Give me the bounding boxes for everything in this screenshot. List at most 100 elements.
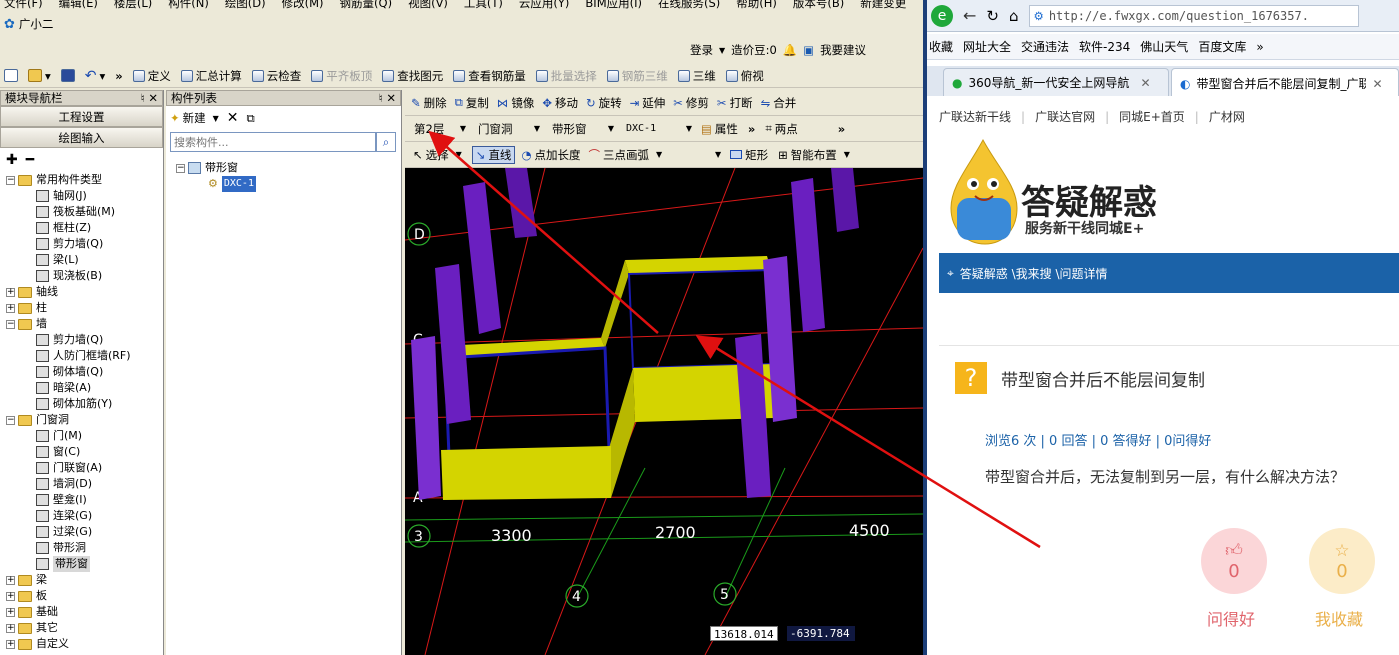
edit-tool-button[interactable]: ✎ 删除 xyxy=(411,95,447,111)
tree-folder[interactable]: + 轴线 xyxy=(6,284,163,300)
nav-button-drawing-input[interactable]: 绘图输入 xyxy=(0,127,163,148)
tree-item[interactable]: 砌体加筋(Y) xyxy=(6,396,163,412)
point-length-tool[interactable]: ◔ 点加长度 xyxy=(521,147,580,163)
more-icon[interactable]: » xyxy=(1256,40,1263,54)
site-link[interactable]: 广联达官网 xyxy=(1035,108,1095,125)
tree-item[interactable]: 人防门框墙(RF) xyxy=(6,348,163,364)
toolbar-button[interactable]: 汇总计算 xyxy=(180,68,242,84)
tree-folder[interactable]: + 梁 xyxy=(6,572,163,588)
expand-icon[interactable]: + xyxy=(6,639,15,649)
tree-item[interactable]: 梁(L) xyxy=(6,252,163,268)
menu-item[interactable]: 修改(M) xyxy=(282,0,324,11)
toolbar-button[interactable]: 批量选择 xyxy=(535,68,597,84)
toolbar-button[interactable]: 俯视 xyxy=(725,68,764,84)
drawing-viewport-3d[interactable]: D C A 3 4 5 3300 2700 4500 xyxy=(405,168,923,655)
open-file-icon[interactable]: ▾ xyxy=(28,69,51,83)
edit-tool-button[interactable]: ⇥ 延伸 xyxy=(630,95,666,111)
tree-folder[interactable]: − 门窗洞 xyxy=(6,412,163,428)
tree-item[interactable]: 现浇板(B) xyxy=(6,268,163,284)
expand-icon[interactable]: + xyxy=(6,591,15,601)
menu-item[interactable]: 新建变更 xyxy=(860,0,906,11)
tree-item[interactable]: 带形窗 xyxy=(6,556,163,572)
favorite-link[interactable]: 网址大全 xyxy=(963,38,1011,55)
toolbar-more-icon[interactable]: » xyxy=(838,122,845,136)
expand-icon[interactable]: + xyxy=(6,287,15,297)
coord-y-readout[interactable]: -6391.784 xyxy=(787,626,855,641)
new-component-button[interactable]: ✦ 新建 ▼ xyxy=(170,110,219,126)
edit-tool-button[interactable]: ✥ 移动 xyxy=(542,95,578,111)
category-select[interactable]: 门窗洞 ▼ xyxy=(475,119,543,138)
tree-item[interactable]: 窗(C) xyxy=(6,444,163,460)
ask-good-button[interactable]: 👍︎ 0 xyxy=(1201,528,1267,594)
favorite-link[interactable]: 软件-234 xyxy=(1079,38,1130,55)
tree-folder[interactable]: + 基础 xyxy=(6,604,163,620)
tree-item-selected[interactable]: ⚙ DXC-1 xyxy=(176,176,401,192)
tree-folder[interactable]: + 自定义 xyxy=(6,636,163,652)
edit-tool-button[interactable]: ✂ 修剪 xyxy=(673,95,709,111)
menu-item[interactable]: 楼层(L) xyxy=(114,0,152,11)
tree-item[interactable]: 墙洞(D) xyxy=(6,476,163,492)
smart-layout-tool[interactable]: ⊞ 智能布置 ▼ xyxy=(778,147,850,163)
component-select[interactable]: DXC-1 ▼ xyxy=(623,119,695,138)
menu-item[interactable]: 钢筋量(Q) xyxy=(340,0,393,11)
line-tool[interactable]: ↘ 直线 xyxy=(471,145,516,164)
close-icon[interactable]: ✕ xyxy=(1140,76,1150,90)
nav-button-project-settings[interactable]: 工程设置 xyxy=(0,106,163,127)
menu-item[interactable]: 工具(T) xyxy=(464,0,503,11)
property-button[interactable]: ▤ 属性 xyxy=(701,121,738,137)
edit-tool-button[interactable]: ✂ 打断 xyxy=(717,95,753,111)
tree-item[interactable]: 框柱(Z) xyxy=(6,220,163,236)
favorite-link[interactable]: 交通违法 xyxy=(1021,38,1069,55)
edit-tool-button[interactable]: ↻ 旋转 xyxy=(586,95,622,111)
toolbar-button[interactable]: 查看钢筋量 xyxy=(453,68,526,84)
toolbar-button[interactable]: 钢筋三维 xyxy=(606,68,668,84)
two-point-button[interactable]: ⌗ 两点 xyxy=(765,121,797,137)
user-name[interactable]: 广小二 xyxy=(19,16,54,32)
select-tool[interactable]: ↖ 选择 ▼ xyxy=(413,147,462,163)
collapse-icon[interactable]: − xyxy=(6,319,15,329)
site-link[interactable]: 同城E+首页 xyxy=(1119,108,1185,125)
tree-item[interactable]: 带形洞 xyxy=(6,540,163,556)
tree-folder[interactable]: − 墙 xyxy=(6,316,163,332)
home-icon[interactable]: ⌂ xyxy=(1009,7,1019,25)
collapse-icon[interactable]: − xyxy=(6,175,15,185)
pin-icon[interactable]: ♮ xyxy=(141,91,145,105)
login-dropdown-icon[interactable]: ▼ xyxy=(719,46,725,55)
edit-tool-button[interactable]: ⇋ 合并 xyxy=(761,95,797,111)
toolbar-more-icon[interactable]: » xyxy=(115,69,122,83)
save-icon[interactable] xyxy=(60,69,75,82)
menu-item[interactable]: 帮助(H) xyxy=(736,0,777,11)
tree-item[interactable]: 剪力墙(Q) xyxy=(6,332,163,348)
collapse-icon[interactable]: − xyxy=(6,415,15,425)
tab-question[interactable]: ◐ 带型窗合并后不能层间复制_广联 ✕ xyxy=(1171,68,1399,98)
floor-select[interactable]: 第2层 ▼ xyxy=(411,119,469,138)
tree-item[interactable]: 暗梁(A) xyxy=(6,380,163,396)
close-icon[interactable]: ✕ xyxy=(1372,77,1382,91)
collapse-all-icon[interactable]: ━ xyxy=(26,152,34,168)
menu-item[interactable]: 构件(N) xyxy=(168,0,209,11)
favorite-link[interactable]: 百度文库 xyxy=(1198,38,1246,55)
suggest-link[interactable]: 我要建议 xyxy=(820,42,866,58)
edit-tool-button[interactable]: ⋈ 镜像 xyxy=(497,95,535,111)
expand-icon[interactable]: + xyxy=(6,575,15,585)
rect-tool[interactable]: 矩形 xyxy=(730,147,768,163)
expand-icon[interactable]: + xyxy=(6,623,15,633)
blank-select[interactable]: ▼ xyxy=(672,145,725,164)
close-icon[interactable]: ✕ xyxy=(386,91,396,105)
tree-folder[interactable]: + 柱 xyxy=(6,300,163,316)
tree-folder[interactable]: + 板 xyxy=(6,588,163,604)
toolbar-button[interactable]: 平齐板顶 xyxy=(311,68,372,84)
toolbar-button[interactable]: 云检查 xyxy=(251,68,301,84)
delete-icon[interactable]: ✕ xyxy=(227,110,239,126)
toolbar-button[interactable]: 查找图元 xyxy=(382,68,443,84)
tree-item[interactable]: 过梁(G) xyxy=(6,524,163,540)
toolbar-button[interactable]: 三维 xyxy=(677,68,716,84)
menu-item[interactable]: 视图(V) xyxy=(408,0,448,11)
tree-item[interactable]: 筏板基础(M) xyxy=(6,204,163,220)
menu-item[interactable]: 云应用(Y) xyxy=(519,0,570,11)
breadcrumb-text[interactable]: 答疑解惑 \我来搜 \问题详情 xyxy=(960,265,1108,282)
url-field[interactable]: ⚙ http://e.fwxgx.com/question_1676357. xyxy=(1028,4,1359,27)
favorite-link[interactable]: 收藏 xyxy=(929,38,953,55)
tree-item[interactable]: 剪力墙(Q) xyxy=(6,236,163,252)
tree-item[interactable]: 轴网(J) xyxy=(6,188,163,204)
